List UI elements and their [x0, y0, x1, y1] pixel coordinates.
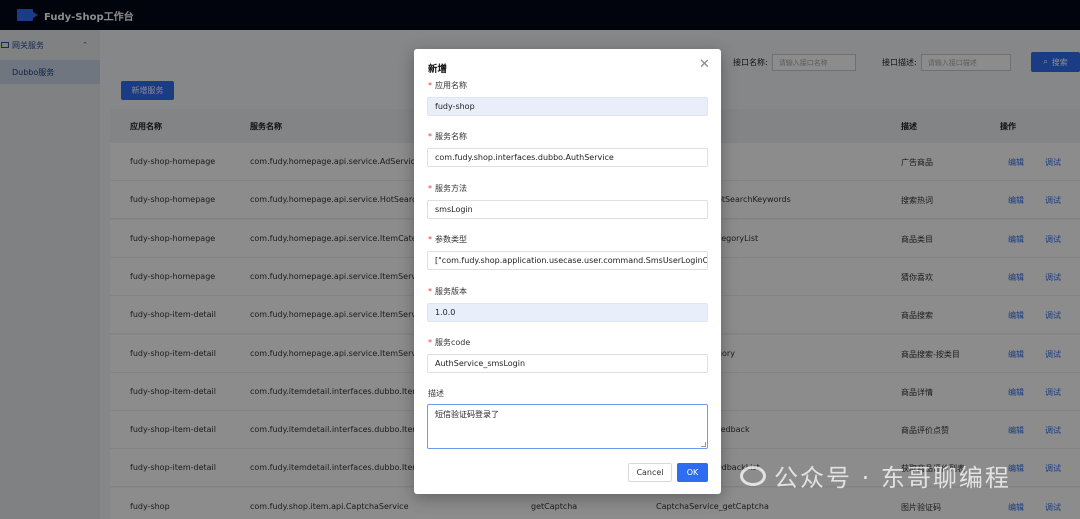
- cancel-button[interactable]: Cancel: [628, 463, 672, 482]
- watermark-text: 公众号 · 东哥聊编程: [774, 464, 1011, 492]
- param-type-input[interactable]: ["com.fudy.shop.application.usecase.user…: [427, 251, 708, 270]
- param-type-label: * 参数类型: [428, 235, 467, 244]
- wechat-icon: [740, 465, 766, 486]
- service-version-label: * 服务版本: [428, 287, 467, 296]
- ok-button[interactable]: OK: [677, 463, 708, 482]
- resize-handle-icon[interactable]: [701, 442, 706, 447]
- service-name-input[interactable]: com.fudy.shop.interfaces.dubbo.AuthServi…: [427, 148, 708, 167]
- service-version-input[interactable]: 1.0.0: [427, 303, 708, 322]
- service-code-label: * 服务code: [428, 338, 471, 347]
- dialog-title: 新增: [428, 64, 448, 75]
- close-icon[interactable]: ✕: [699, 57, 710, 72]
- watermark: 公众号 · 东哥聊编程: [740, 458, 1011, 493]
- service-method-label: * 服务方法: [428, 184, 467, 193]
- add-dialog: 新增 ✕ * 应用名称 fudy-shop * 服务名称 com.fudy.shop…: [414, 49, 721, 494]
- service-code-input[interactable]: AuthService_smsLogin: [427, 354, 708, 373]
- service-name-label: * 服务名称: [428, 132, 467, 141]
- desc-textarea[interactable]: 短信验证码登录了: [427, 404, 708, 449]
- app-name-label: * 应用名称: [428, 81, 467, 90]
- service-method-input[interactable]: smsLogin: [427, 200, 708, 219]
- desc-text: 短信验证码登录了: [435, 410, 499, 419]
- app-name-input[interactable]: fudy-shop: [427, 97, 708, 116]
- desc-label: 描述: [428, 389, 444, 398]
